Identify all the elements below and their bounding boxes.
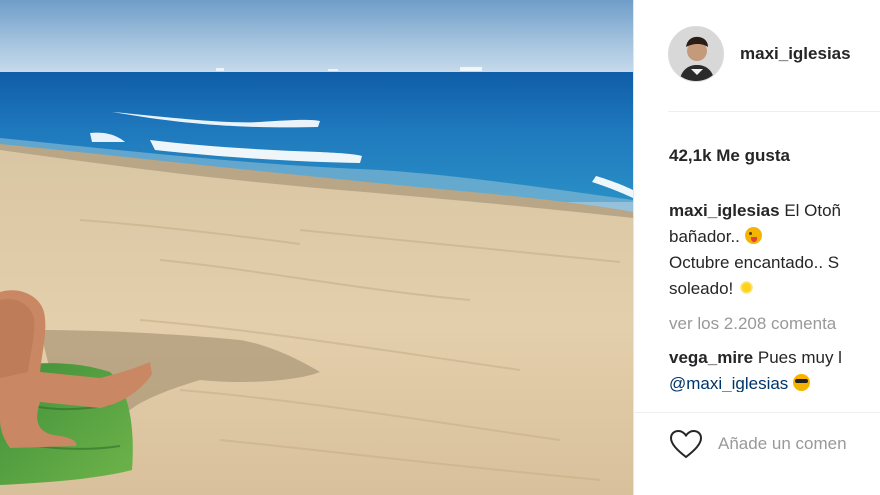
caption-line-2: bañador.. — [669, 224, 880, 250]
heart-icon[interactable] — [669, 429, 703, 459]
post-author-username[interactable]: maxi_iglesias — [740, 44, 851, 64]
post-photo — [0, 0, 633, 495]
view-all-comments-link[interactable]: ver los 2.208 comenta — [669, 311, 880, 337]
post-sidebar: maxi_iglesias 42,1k Me gusta maxi_iglesi… — [633, 0, 880, 495]
beach-scene — [0, 0, 633, 495]
caption-text-1: El Otoñ — [784, 201, 842, 220]
comment-item: vega_mire Pues muy l — [669, 345, 880, 371]
comment-mention-link[interactable]: @maxi_iglesias — [669, 374, 788, 392]
sunglasses-emoji-icon — [793, 374, 811, 391]
likes-count[interactable]: 42,1k Me gusta — [669, 146, 790, 166]
avatar[interactable] — [668, 26, 724, 82]
caption-text-4: soleado! — [669, 279, 734, 298]
add-comment-input[interactable] — [718, 430, 880, 458]
comment-mention-line: @maxi_iglesias — [669, 371, 880, 392]
caption-line-1: maxi_iglesias El Otoñ — [669, 198, 880, 224]
caption-line-4: soleado! — [669, 276, 880, 302]
caption-text-3: Octubre encantado.. S — [669, 253, 840, 272]
winking-tongue-emoji-icon — [744, 227, 762, 244]
actions-divider — [634, 412, 880, 413]
caption-text-2: bañador.. — [669, 227, 740, 246]
sun-emoji-icon — [738, 279, 756, 296]
profile-picture-icon — [669, 27, 723, 81]
caption-username[interactable]: maxi_iglesias — [669, 201, 780, 220]
comments-section: maxi_iglesias El Otoñ bañador.. Octubre … — [669, 198, 880, 392]
comment-text: Pues muy l — [757, 348, 842, 367]
commenter-username[interactable]: vega_mire — [669, 348, 753, 367]
caption-line-3: Octubre encantado.. S — [669, 250, 880, 276]
header-divider — [668, 111, 880, 112]
